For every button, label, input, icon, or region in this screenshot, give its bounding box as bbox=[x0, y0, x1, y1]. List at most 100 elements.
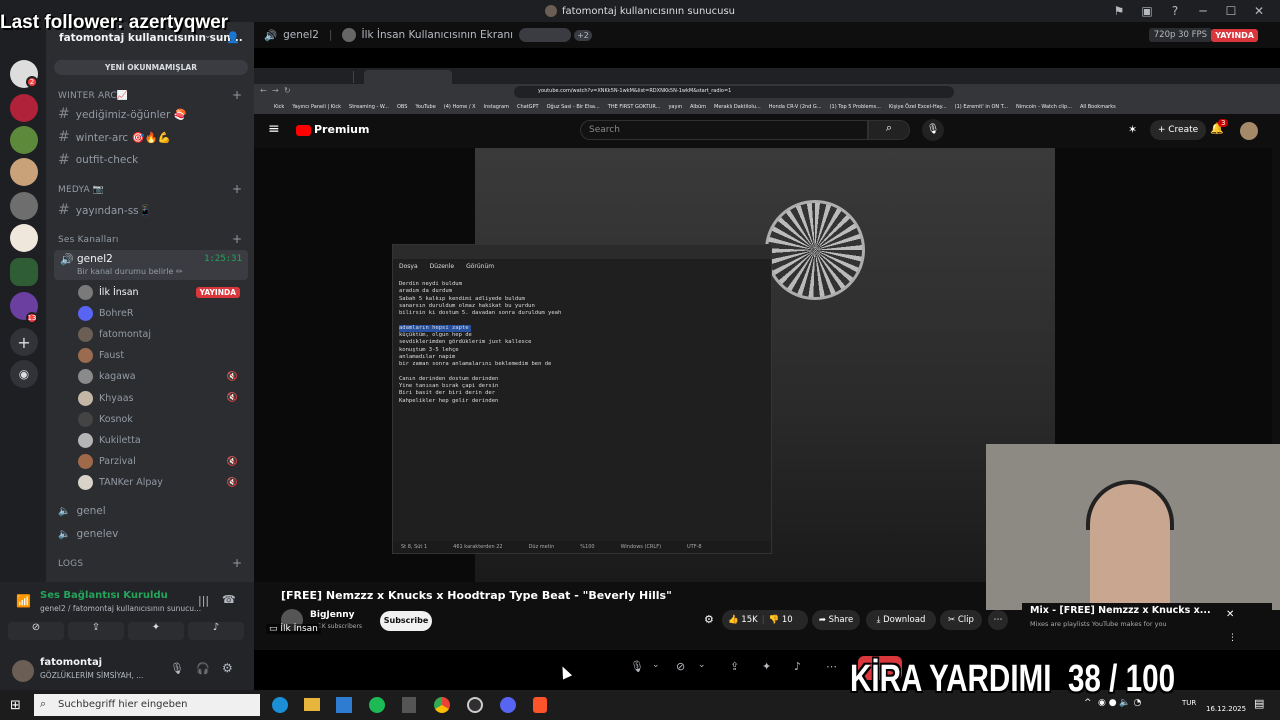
more-button[interactable]: ⋯ bbox=[988, 610, 1008, 630]
screen-share-icon[interactable]: ⇪ bbox=[730, 660, 739, 673]
voice-user[interactable]: İlk İnsan YAYINDA bbox=[78, 282, 244, 302]
category-ses[interactable]: Ses Kanalları bbox=[58, 235, 119, 245]
store-icon[interactable] bbox=[336, 697, 352, 713]
bookmark-item[interactable]: ChatGPT bbox=[517, 104, 539, 110]
share-button[interactable]: ➦ Share bbox=[812, 610, 860, 630]
chevron-down-icon[interactable]: ⌄ bbox=[698, 660, 706, 670]
bookmark-item[interactable]: Albüm bbox=[690, 104, 706, 110]
bookmark-item[interactable]: OBS bbox=[397, 104, 407, 110]
bookmark-item[interactable]: (1) Top 5 Problems... bbox=[830, 104, 881, 110]
chevron-down-icon[interactable]: ⌄ bbox=[652, 660, 660, 670]
youtube-logo[interactable] bbox=[296, 125, 311, 136]
screen-share-button[interactable]: ⇪ bbox=[68, 622, 124, 640]
url-field[interactable]: youtube.com/watch?v=XNKk5N-1wkM&list=RDX… bbox=[514, 86, 954, 98]
menu-icon[interactable]: ≡ bbox=[268, 121, 280, 137]
notepad-text[interactable]: Derdin neydi buldum aradım da durdum Sabah… bbox=[399, 281, 765, 405]
bookmark-item[interactable]: Instagram bbox=[484, 104, 509, 110]
noise-icon[interactable]: ||| bbox=[198, 594, 209, 607]
add-server-icon[interactable]: + bbox=[10, 328, 38, 356]
minimize-icon[interactable]: ─ bbox=[1196, 4, 1210, 18]
browser-tab[interactable] bbox=[258, 71, 354, 83]
language-indicator[interactable]: TUR bbox=[1182, 699, 1196, 707]
account-avatar[interactable] bbox=[1240, 122, 1258, 140]
channel-name[interactable]: BigJenny bbox=[310, 610, 355, 620]
search-input[interactable]: Search bbox=[580, 120, 868, 140]
microphone-icon[interactable]: 🎙 bbox=[630, 660, 644, 673]
edge-icon[interactable] bbox=[272, 697, 288, 713]
voice-channel-genelev[interactable]: 🔈 genelev bbox=[58, 524, 118, 544]
calculator-icon[interactable] bbox=[402, 697, 416, 713]
voice-connection-detail[interactable]: genel2 / fatomontaj kullanıcısının sunuc… bbox=[40, 604, 201, 613]
server-icon[interactable] bbox=[10, 258, 38, 286]
voice-status-text[interactable]: Bir kanal durumu belirle ✏ bbox=[77, 267, 183, 276]
disconnect-icon[interactable]: ☎ bbox=[222, 593, 236, 606]
add-channel-icon[interactable]: + bbox=[232, 88, 242, 102]
voice-user[interactable]: kagawa 🔇 bbox=[78, 367, 244, 387]
cast-icon[interactable]: ✶ bbox=[1128, 123, 1137, 136]
voice-user[interactable]: Khyaas 🔇 bbox=[78, 388, 244, 408]
notifications-icon[interactable]: ▤ bbox=[1254, 697, 1264, 710]
bookmark-item[interactable]: Oğuz Sasi - Bir Elsa... bbox=[547, 104, 600, 110]
back-icon[interactable]: ← bbox=[260, 86, 267, 95]
voice-user[interactable]: BohreR bbox=[78, 303, 244, 323]
monitor-icon[interactable]: ▣ bbox=[1140, 4, 1154, 18]
forward-icon[interactable]: → bbox=[272, 86, 279, 95]
add-channel-icon[interactable]: + bbox=[232, 556, 242, 570]
brave-icon[interactable] bbox=[533, 697, 547, 713]
bookmark-item[interactable]: Meraklı Daktilolu... bbox=[714, 104, 761, 110]
spotify-icon[interactable] bbox=[369, 697, 385, 713]
activities-button[interactable]: ✦ bbox=[128, 622, 184, 640]
close-icon[interactable]: ✕ bbox=[1226, 609, 1234, 620]
gear-icon[interactable]: ⚙ bbox=[704, 613, 714, 626]
help-icon[interactable]: ? bbox=[1168, 4, 1182, 18]
clock-date[interactable]: 16.12.2025 bbox=[1206, 705, 1246, 713]
browser-tab-active[interactable] bbox=[364, 70, 452, 84]
start-icon[interactable]: ⊞ bbox=[10, 698, 21, 713]
mix-panel[interactable]: Mix - [FREE] Nemzzz x Knucks x... Mixes … bbox=[1022, 603, 1272, 647]
camera-off-button[interactable]: ⊘ bbox=[8, 622, 64, 640]
inbox-icon[interactable]: ⚑ bbox=[1112, 4, 1126, 18]
taskbar-search[interactable]: ⌕ Suchbegriff hier eingeben bbox=[34, 694, 260, 716]
voice-user[interactable]: TANKer Alpay 🔇 bbox=[78, 473, 244, 493]
discover-icon[interactable]: ◉ bbox=[10, 360, 38, 388]
bookmark-item[interactable]: (1) Ezremit' in ON T... bbox=[955, 104, 1008, 110]
server-icon[interactable] bbox=[10, 94, 38, 122]
maximize-icon[interactable]: ☐ bbox=[1224, 4, 1238, 18]
like-button[interactable]: 👍 15K | 👎 10 bbox=[722, 610, 808, 630]
gear-icon[interactable]: ⚙ bbox=[222, 661, 233, 675]
voice-user[interactable]: Kukiletta bbox=[78, 430, 244, 450]
voice-user[interactable]: Parzival 🔇 bbox=[78, 452, 244, 472]
category-winter[interactable]: WINTER ARC📈 bbox=[58, 91, 128, 101]
voice-channel-active[interactable]: 🔊 genel2 1:25:31 Bir kanal durumu belirl… bbox=[54, 250, 248, 280]
menu-edit[interactable]: Düzenle bbox=[430, 263, 454, 270]
bookmark-item[interactable]: Kişiye Özel Excel-Hay... bbox=[889, 104, 947, 110]
add-channel-icon[interactable]: + bbox=[232, 182, 242, 196]
channel-winter-arc[interactable]: # winter-arc 🎯🔥💪 bbox=[58, 127, 171, 147]
server-icon[interactable] bbox=[10, 158, 38, 186]
channel-outfit-check[interactable]: # outfit-check bbox=[58, 150, 138, 170]
bookmark-item[interactable]: Kick bbox=[274, 104, 284, 110]
avatar[interactable] bbox=[12, 660, 34, 682]
microphone-icon[interactable]: 🎙 bbox=[170, 662, 184, 675]
clip-button[interactable]: ✂ Clip bbox=[940, 610, 982, 630]
bookmark-item[interactable]: All Bookmarks bbox=[1080, 104, 1116, 110]
browser-tab[interactable] bbox=[454, 71, 550, 83]
voice-user[interactable]: Kosnok bbox=[78, 409, 244, 429]
voice-user[interactable]: fatomontaj bbox=[78, 324, 244, 344]
unread-banner[interactable]: YENİ OKUNMAMIŞLAR bbox=[54, 60, 248, 75]
category-medya[interactable]: MEDYA 📷 bbox=[58, 185, 104, 195]
download-button[interactable]: ⤓ Download bbox=[866, 610, 936, 630]
server-icon[interactable] bbox=[10, 126, 38, 154]
server-icon[interactable] bbox=[10, 192, 38, 220]
voice-user[interactable]: Faust bbox=[78, 346, 244, 366]
bookmark-item[interactable]: Yayıncı Paneli | Kick bbox=[292, 104, 341, 110]
bookmark-item[interactable]: Nimcoin - Watch clip... bbox=[1016, 104, 1072, 110]
discord-icon[interactable] bbox=[500, 697, 516, 713]
voice-connection-status[interactable]: Ses Bağlantısı Kuruldu bbox=[40, 590, 168, 601]
bookmark-item[interactable]: YouTube bbox=[415, 104, 435, 110]
soundboard-icon[interactable]: ♪ bbox=[794, 660, 801, 673]
headphones-icon[interactable]: 🎧 bbox=[196, 662, 210, 675]
bookmark-item[interactable]: (4) Home / X bbox=[444, 104, 476, 110]
close-icon[interactable]: ✕ bbox=[1252, 4, 1266, 18]
obs-icon[interactable] bbox=[467, 697, 483, 713]
